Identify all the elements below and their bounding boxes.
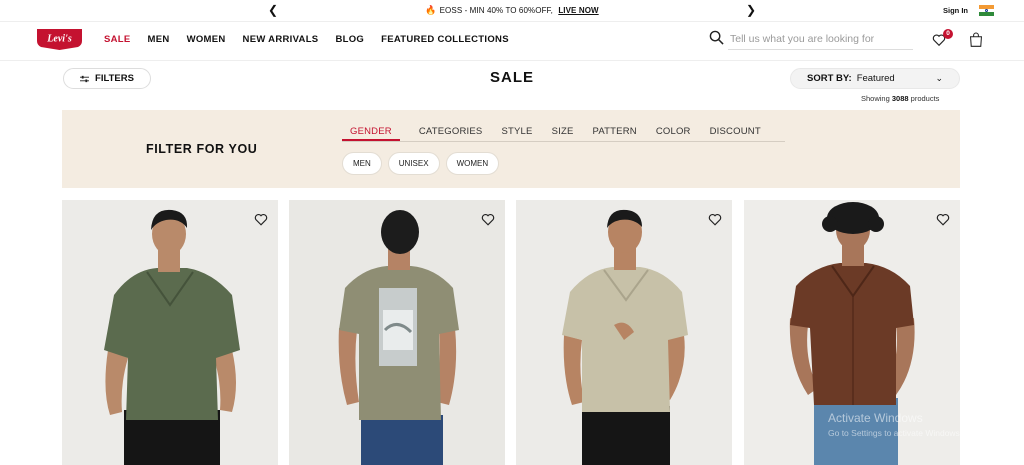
sort-label: SORT BY:	[807, 73, 852, 84]
filter-for-you-heading: FILTER FOR YOU	[146, 142, 258, 156]
main-nav: SALE MEN WOMEN NEW ARRIVALS BLOG FEATURE…	[104, 34, 526, 45]
product-count: Showing 3088 products	[861, 94, 940, 103]
product-card[interactable]	[516, 200, 732, 465]
search-input[interactable]	[728, 28, 913, 50]
sort-dropdown[interactable]: SORT BY: Featured ⌄	[790, 68, 960, 89]
heart-icon[interactable]	[708, 213, 722, 226]
product-card[interactable]	[62, 200, 278, 465]
product-image-graphic-tee	[338, 210, 459, 465]
activate-windows-watermark-text: Go to Settings to activate Windows.	[828, 428, 963, 438]
nav-item-sale[interactable]: SALE	[104, 34, 131, 45]
site-header: Levi's SALE MEN WOMEN NEW ARRIVALS BLOG …	[0, 22, 1024, 61]
nav-item-featured-collections[interactable]: FEATURED COLLECTIONS	[381, 34, 509, 45]
chevron-down-icon: ⌄	[935, 73, 943, 83]
tab-style[interactable]: STYLE	[501, 126, 532, 141]
sort-value: Featured	[856, 73, 895, 84]
tab-size[interactable]: SIZE	[552, 126, 574, 141]
tab-gender[interactable]: GENDER	[342, 126, 400, 141]
wishlist-count-badge: 0	[943, 29, 953, 39]
tab-color[interactable]: COLOR	[656, 126, 691, 141]
levis-logo[interactable]: Levi's	[36, 28, 83, 50]
fire-icon: 🔥	[425, 5, 437, 15]
filter-tabs: GENDER CATEGORIES STYLE SIZE PATTERN COL…	[342, 126, 785, 142]
product-image-beige-shirt	[562, 209, 688, 465]
tab-discount[interactable]: DISCOUNT	[710, 126, 761, 141]
product-card[interactable]	[744, 200, 960, 465]
search-icon[interactable]	[709, 30, 724, 45]
chip-men[interactable]: MEN	[342, 152, 382, 175]
nav-item-blog[interactable]: BLOG	[335, 34, 364, 45]
nav-item-men[interactable]: MEN	[148, 34, 170, 45]
announcement-bar: ❮ 🔥 EOSS - MIN 40% TO 60%OFF, LIVE NOW ❯ …	[0, 0, 1024, 22]
chip-unisex[interactable]: UNISEX	[387, 152, 440, 175]
sign-in-link[interactable]: Sign In	[943, 6, 968, 15]
shopping-bag-icon[interactable]	[969, 32, 983, 47]
product-image-green-shirt	[104, 209, 240, 465]
chip-women[interactable]: WOMEN	[445, 152, 500, 175]
heart-icon[interactable]	[254, 213, 268, 226]
heart-icon[interactable]	[936, 213, 950, 226]
activate-windows-watermark-title: Activate Windows	[828, 411, 923, 425]
heart-icon[interactable]	[481, 213, 495, 226]
chevron-right-icon[interactable]: ❯	[746, 3, 756, 17]
nav-item-new-arrivals[interactable]: NEW ARRIVALS	[243, 34, 319, 45]
logo-text: Levi's	[46, 34, 72, 45]
tab-categories[interactable]: CATEGORIES	[419, 126, 483, 141]
gender-options: MEN UNISEX WOMEN	[342, 152, 500, 175]
product-card[interactable]	[289, 200, 505, 465]
live-now-link[interactable]: LIVE NOW	[558, 6, 598, 15]
product-image-brown-shirt	[789, 202, 915, 465]
filter-for-you-panel: FILTER FOR YOU GENDER CATEGORIES STYLE S…	[62, 110, 960, 188]
tab-pattern[interactable]: PATTERN	[592, 126, 636, 141]
india-flag-icon[interactable]	[979, 5, 994, 16]
nav-item-women[interactable]: WOMEN	[187, 34, 226, 45]
promo-text[interactable]: 🔥 EOSS - MIN 40% TO 60%OFF, LIVE NOW	[0, 5, 1024, 16]
